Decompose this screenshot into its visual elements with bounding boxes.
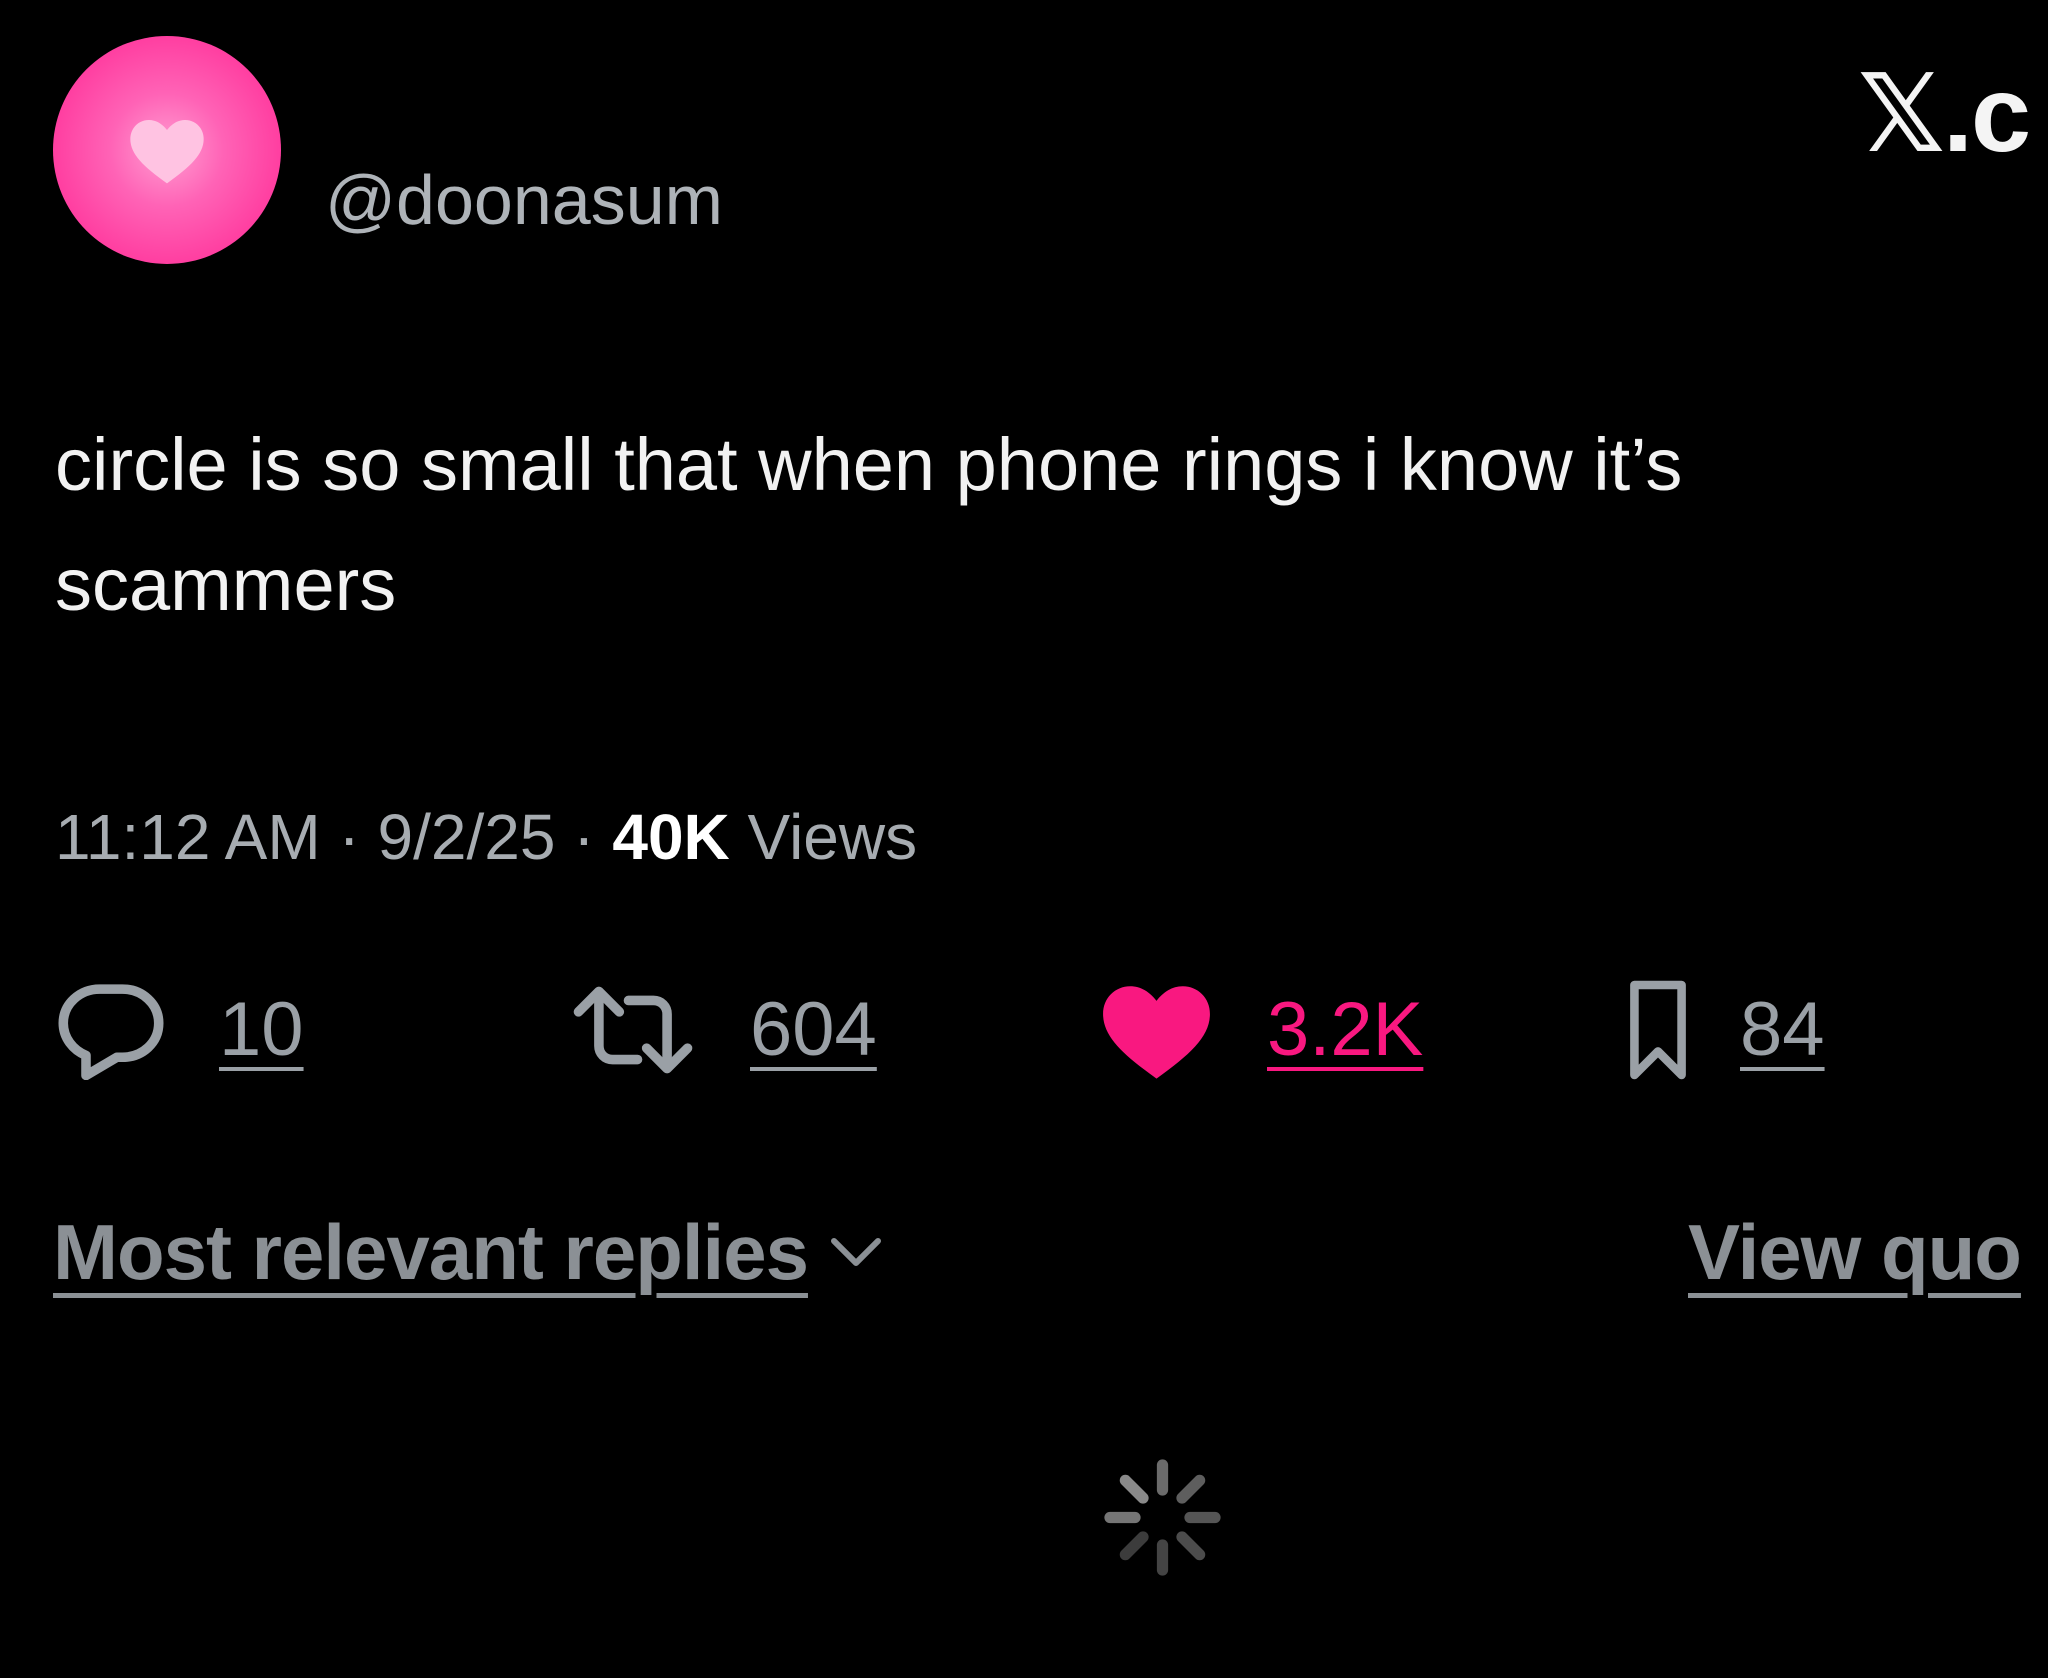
bookmark-count[interactable]: 84: [1740, 985, 1825, 1075]
repost-icon: [568, 980, 698, 1080]
views-label: Views: [747, 801, 918, 873]
action-bar: 10 604 3.2K 84: [0, 975, 2048, 1085]
repost-button[interactable]: 604: [568, 975, 877, 1085]
replies-sort-label[interactable]: Most relevant replies: [53, 1205, 809, 1300]
reply-count[interactable]: 10: [219, 985, 304, 1075]
heart-icon: [130, 120, 204, 184]
tweet-time[interactable]: 11:12 AM: [55, 801, 321, 873]
reply-icon: [55, 980, 167, 1080]
tweet-meta: 11:12 AM · 9/2/25 · 40K Views: [55, 797, 917, 877]
heart-filled-icon: [1098, 979, 1215, 1081]
meta-separator: ·: [573, 801, 595, 873]
chevron-down-icon: [830, 1237, 881, 1266]
view-quotes-link[interactable]: View quo: [1688, 1205, 2022, 1300]
loading-spinner-icon: [1104, 1459, 1221, 1576]
views-count: 40K: [612, 801, 730, 873]
reply-button[interactable]: 10: [55, 975, 304, 1085]
tweet-text: circle is so small that when phone rings…: [55, 423, 1683, 626]
author-handle[interactable]: @doonasum: [325, 160, 723, 240]
like-button[interactable]: 3.2K: [1098, 975, 1423, 1085]
tweet-date[interactable]: 9/2/25: [378, 801, 556, 873]
repost-count[interactable]: 604: [750, 985, 877, 1075]
brand-watermark: 𝕏.c: [1858, 52, 2031, 177]
meta-separator: ·: [338, 801, 360, 873]
bookmark-icon: [1628, 971, 1688, 1089]
replies-sort-dropdown[interactable]: Most relevant replies: [53, 1205, 884, 1300]
brand-suffix: .c: [1943, 53, 2031, 174]
like-count[interactable]: 3.2K: [1267, 985, 1423, 1075]
x-logo-icon: 𝕏: [1858, 52, 1945, 177]
avatar[interactable]: [53, 36, 281, 264]
bookmark-button[interactable]: 84: [1628, 975, 1825, 1085]
